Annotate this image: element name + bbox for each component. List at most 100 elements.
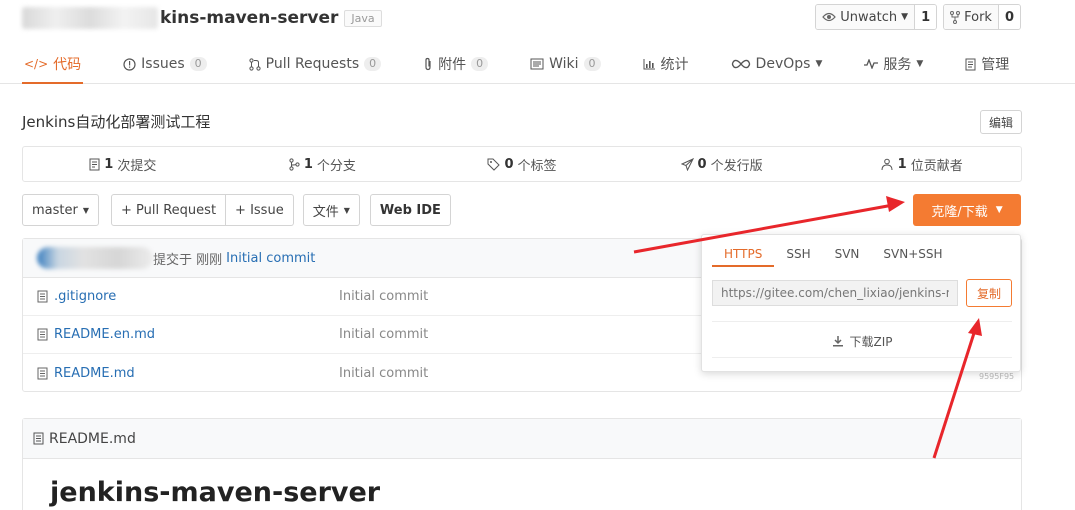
commit-icon (89, 158, 100, 170)
file-icon (37, 290, 48, 303)
repo-nav-tabs: </> 代码 Issues 0 Pull Requests 0 附件 0 Wik… (22, 46, 1049, 84)
edit-description-button[interactable]: 编辑 (980, 110, 1022, 134)
new-pull-request-button[interactable]: + Pull Request (111, 194, 227, 226)
repo-title-row: kins-maven-server Java (22, 4, 382, 32)
caret-down-icon: ▼ (82, 205, 89, 215)
branch-select[interactable]: master ▼ (22, 194, 99, 226)
download-icon (832, 336, 843, 347)
file-icon (37, 367, 48, 379)
branch-label: master (32, 202, 78, 218)
arrowhead-icon (886, 196, 905, 212)
readme-panel: README.md jenkins-maven-server (22, 418, 1022, 510)
create-button-group: + Pull Request + Issue (111, 194, 294, 226)
social-buttons: Unwatch ▼ 1 Fork 0 (815, 4, 1021, 30)
clone-dropdown-panel: HTTPS SSH SVN SVN+SSH 复制 下载ZIP (701, 234, 1021, 372)
new-issue-button[interactable]: + Issue (226, 194, 294, 226)
file-name-text[interactable]: README.en.md (54, 327, 155, 342)
commit-meta: 提交于 刚刚 (153, 252, 223, 268)
repo-name[interactable]: kins-maven-server (160, 8, 338, 28)
tab-label: Issues (141, 56, 185, 72)
commit-hash-fragment: 9595F95 (979, 372, 1015, 381)
download-zip-link[interactable]: 下载ZIP (712, 329, 1012, 353)
tab-devops[interactable]: DevOps ▼ (729, 46, 825, 84)
caret-down-icon: ▼ (995, 205, 1003, 215)
tab-services[interactable]: 服务 ▼ (862, 46, 925, 84)
stat-number: 0 (504, 156, 514, 172)
repo-header: kins-maven-server Java Unwatch ▼ 1 Fork … (0, 0, 1075, 84)
repo-stats-bar: 1 次提交 1 个分支 0 个标签 0 个发行版 1 位贡献者 (22, 146, 1022, 182)
tab-svn[interactable]: SVN (823, 243, 872, 267)
files-dropdown[interactable]: 文件 ▼ (302, 194, 360, 226)
tab-pull-requests[interactable]: Pull Requests 0 (247, 46, 383, 84)
caret-down-icon: ▼ (916, 59, 924, 69)
tag-icon (487, 158, 501, 171)
document-icon (965, 58, 976, 70)
stat-label: 个标签 (517, 158, 557, 174)
fork-count[interactable]: 0 (997, 5, 1020, 29)
file-name-text[interactable]: .gitignore (54, 289, 116, 304)
readme-header: README.md (23, 419, 1021, 459)
clone-url-field[interactable] (712, 280, 958, 306)
tab-https[interactable]: HTTPS (712, 243, 775, 267)
caret-down-icon: ▼ (343, 205, 350, 215)
file-name[interactable]: .gitignore (37, 289, 116, 304)
tab-label: 代码 (53, 57, 82, 73)
branch-icon (289, 157, 300, 171)
tab-label: 管理 (981, 57, 1010, 73)
stat-contributors[interactable]: 1 位贡献者 (821, 147, 1021, 181)
divider (712, 321, 1012, 322)
pulse-icon (864, 59, 879, 69)
tab-label: DevOps (755, 56, 811, 72)
readme-filename: README.md (49, 430, 136, 447)
stat-label: 位贡献者 (910, 158, 963, 174)
copy-url-button[interactable]: 复制 (966, 279, 1012, 307)
readme-heading: jenkins-maven-server (50, 477, 381, 508)
file-name[interactable]: README.en.md (37, 327, 155, 342)
tab-label: Wiki (549, 56, 579, 72)
file-commit-message[interactable]: Initial commit (339, 366, 428, 381)
tab-stats[interactable]: 统计 (641, 46, 691, 84)
file-icon (37, 328, 48, 341)
stat-commits[interactable]: 1 次提交 (23, 147, 223, 181)
stat-tags[interactable]: 0 个标签 (422, 147, 622, 181)
paperclip-icon (425, 57, 431, 71)
divider (712, 357, 1012, 358)
tab-code[interactable]: </> 代码 (22, 46, 84, 84)
file-name-text[interactable]: README.md (54, 366, 135, 381)
file-commit-message[interactable]: Initial commit (339, 327, 428, 342)
file-commit-message[interactable]: Initial commit (339, 289, 428, 304)
infinity-icon (731, 59, 750, 69)
tab-label: 统计 (660, 57, 689, 73)
tab-count-badge: 0 (583, 57, 601, 71)
stat-number: 1 (104, 156, 114, 172)
issue-icon (123, 57, 136, 71)
tab-count-badge: 0 (471, 57, 489, 71)
tab-issues[interactable]: Issues 0 (121, 46, 209, 84)
tab-wiki[interactable]: Wiki 0 (528, 46, 602, 84)
download-zip-label: 下载ZIP (849, 334, 893, 349)
tab-attachments[interactable]: 附件 0 (421, 46, 490, 84)
file-icon (33, 432, 44, 445)
fork-button[interactable]: Fork 0 (943, 4, 1021, 30)
repo-description: Jenkins自动化部署测试工程 (22, 113, 211, 131)
blurred-avatar (37, 247, 153, 269)
web-ide-button[interactable]: Web IDE (369, 194, 451, 226)
language-badge: Java (344, 9, 382, 27)
watch-count[interactable]: 1 (914, 5, 937, 29)
stat-branches[interactable]: 1 个分支 (223, 147, 423, 181)
tab-label: 附件 (438, 57, 467, 73)
file-name[interactable]: README.md (37, 366, 135, 381)
fork-label: Fork (964, 9, 992, 25)
watch-button[interactable]: Unwatch ▼ 1 (815, 4, 938, 30)
stat-releases[interactable]: 0 个发行版 (622, 147, 822, 181)
clone-download-button[interactable]: 克隆/下载 ▼ (913, 194, 1021, 226)
bar-chart-icon (643, 59, 655, 70)
commit-message-link[interactable]: Initial commit (226, 251, 315, 266)
clone-label: 克隆/下载 (931, 204, 988, 220)
book-icon (530, 58, 544, 70)
fork-icon (950, 10, 961, 24)
watch-label: Unwatch (840, 9, 898, 25)
tab-ssh[interactable]: SSH (774, 243, 822, 267)
tab-svn-ssh[interactable]: SVN+SSH (871, 243, 954, 267)
tab-manage[interactable]: 管理 (963, 46, 1011, 84)
